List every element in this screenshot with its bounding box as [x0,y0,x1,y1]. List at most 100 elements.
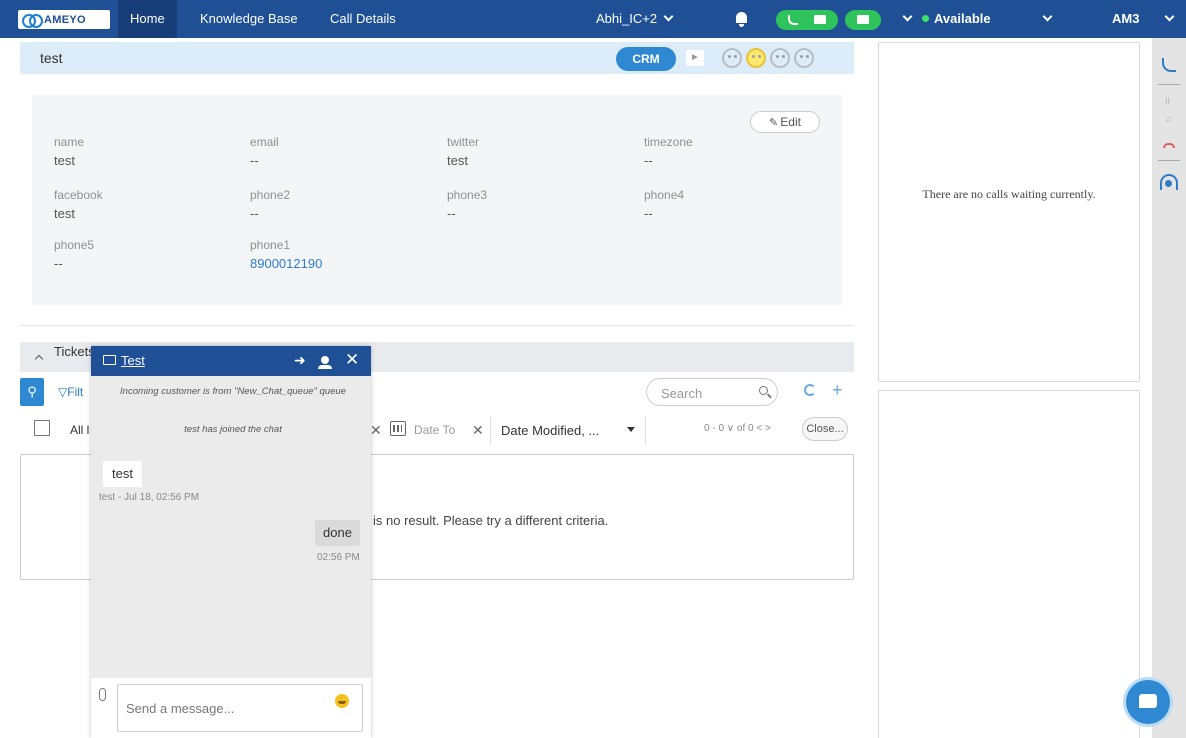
call-control-strip: II ♫ [1152,38,1186,738]
ticket-search[interactable]: Search [646,378,778,406]
refresh-icon[interactable] [804,384,816,396]
chat-bubble-icon [103,355,116,365]
chat-title[interactable]: Test [121,353,145,368]
edit-label: Edit [780,115,801,129]
outgoing-message: done [315,520,360,546]
contact-name: test [40,50,63,66]
secondary-panel [878,390,1140,738]
no-calls-message: There are no calls waiting currently. [922,187,1096,201]
collapse-icon[interactable] [34,354,44,364]
field-value: test [54,206,75,221]
phone-icon[interactable] [1162,58,1176,72]
mute-icon[interactable]: ♫ [1165,114,1172,124]
system-message: Incoming customer is from "New_Chat_queu… [120,386,346,397]
ameyo-logo[interactable]: AMEYO [18,10,110,29]
headset-icon[interactable] [1160,174,1178,190]
phone-icon [788,15,798,25]
chat-channel-toggle[interactable] [845,10,881,30]
field-label: phone3 [447,188,488,202]
field-label: facebook [54,188,103,202]
field-value: -- [644,153,653,168]
calendar-icon[interactable] [390,421,406,436]
edit-button[interactable]: ✎ Edit [750,111,820,133]
divider [1158,160,1180,161]
channel-dropdown-icon[interactable] [902,11,913,22]
attachment-icon[interactable] [99,688,106,701]
nav-home[interactable]: Home [118,0,177,38]
caret-down-icon [627,427,635,432]
hangup-icon[interactable] [1163,143,1175,148]
campaign-selector[interactable]: Abhi_IC+2 [596,0,674,38]
field-name: name test [54,133,234,171]
message-input[interactable] [117,684,363,732]
chevron-down-icon [663,11,674,22]
sort-value: Date Modified, ... [501,423,600,438]
incoming-message: test [103,461,142,487]
add-icon[interactable]: + [832,380,843,400]
emoji-icon[interactable] [335,694,349,708]
field-phone1: phone1 8900012190 [250,236,430,274]
sort-select[interactable]: Date Modified, ... [490,416,646,444]
all-tickets-label[interactable]: All l [70,423,89,437]
outgoing-message-meta: 02:56 PM [317,552,360,563]
pencil-icon: ✎ [769,117,779,129]
crm-button[interactable]: CRM [616,47,676,71]
bulb-button[interactable]: ⚲ [20,378,44,406]
pagination[interactable]: 0 - 0 ∨ of 0 < > [704,423,771,434]
message-icon [857,15,869,24]
incoming-message-meta: test - Jul 18, 02:56 PM [99,492,200,503]
campaign-name: Abhi_IC+2 [596,11,658,26]
field-label: phone2 [250,188,291,202]
field-value: test [54,153,75,168]
user-icon[interactable] [318,356,332,369]
nav-call-details[interactable]: Call Details [318,0,408,38]
hold-icon[interactable]: II [1165,96,1170,106]
clear-date-to-icon[interactable]: ✕ [472,422,484,439]
chat-header: Test ➜ ✕ [91,346,371,376]
field-timezone: timezone -- [644,133,824,171]
happy-smiley-icon[interactable] [746,48,766,68]
contact-details: ✎ Edit name test email -- twitter test ti… [32,95,842,305]
field-value: -- [54,256,63,271]
clear-date-from-icon[interactable]: ✕ [370,422,382,439]
status-dropdown-icon[interactable] [1042,11,1053,22]
divider [1158,84,1180,85]
field-label: email [250,135,279,149]
field-label: phone1 [250,238,291,252]
phone1-link[interactable]: 8900012190 [250,254,430,274]
sad-smiley-icon[interactable] [770,48,790,68]
chat-compose [91,678,371,738]
bell-icon[interactable] [736,12,747,27]
agent-name[interactable]: AM3 [1112,0,1139,38]
angry-smiley-icon[interactable] [794,48,814,68]
tickets-title: Tickets [54,344,95,359]
field-value: -- [250,206,259,221]
system-message: test has joined the chat [184,424,282,435]
top-navbar: AMEYO Home Knowledge Base Call Details A… [0,0,1186,38]
no-result-message: is no result. Please try a different cri… [373,513,609,528]
transfer-icon[interactable]: ➜ [294,352,306,369]
neutral-smiley-icon[interactable] [722,48,742,68]
megaphone-icon[interactable]: ► [686,50,704,66]
filter-button[interactable]: ▽Filt [58,385,83,399]
field-value: -- [447,206,456,221]
search-icon[interactable] [759,386,768,395]
close-icon[interactable]: ✕ [345,350,359,370]
call-chat-toggle[interactable] [776,10,838,30]
date-to-input[interactable]: Date To [414,423,455,437]
agent-dropdown-icon[interactable] [1164,11,1175,22]
search-placeholder: Search [661,386,703,401]
close-button[interactable]: Close... [802,417,848,441]
field-twitter: twitter test [447,133,627,171]
field-phone4: phone4 -- [644,186,824,224]
help-chat-button[interactable] [1126,680,1170,724]
chat-window: Test ➜ ✕ Incoming customer is from "New_… [91,346,371,738]
status-selector[interactable]: Available [922,0,991,38]
field-phone5: phone5 -- [54,236,234,274]
nav-knowledge-base[interactable]: Knowledge Base [188,0,310,38]
field-phone2: phone2 -- [250,186,430,224]
field-facebook: facebook test [54,186,234,224]
select-all-checkbox[interactable] [34,420,50,436]
chat-icon [814,15,826,24]
status-dot-icon [922,15,929,22]
